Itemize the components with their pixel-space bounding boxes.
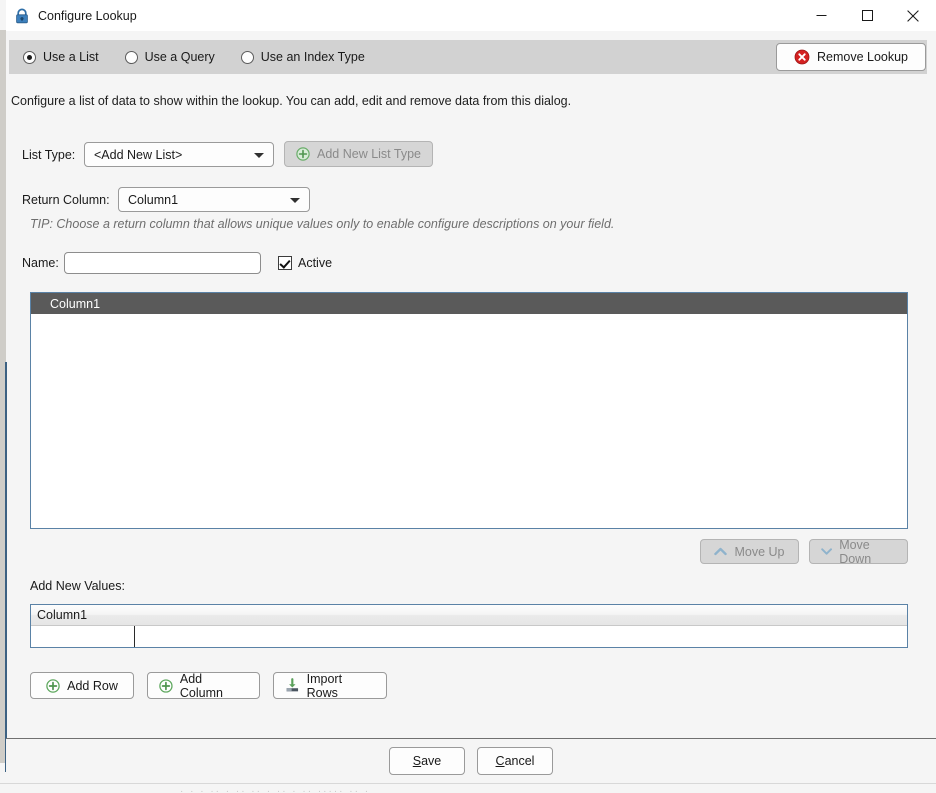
active-checkbox[interactable]: Active bbox=[278, 256, 332, 270]
list-type-row: List Type: <Add New List> bbox=[22, 142, 274, 167]
minimize-icon bbox=[816, 15, 826, 16]
return-column-tip: TIP: Choose a return column that allows … bbox=[30, 217, 615, 231]
cancel-label: Cancel bbox=[496, 754, 535, 768]
save-button[interactable]: Save bbox=[389, 747, 465, 775]
radio-indicator-icon bbox=[240, 50, 254, 64]
list-type-select[interactable]: <Add New List> bbox=[84, 142, 274, 167]
grid-column-header-filler bbox=[135, 605, 907, 625]
move-up-label: Move Up bbox=[734, 544, 785, 559]
configure-lookup-dialog: Configure Lookup Use a List Use a Query … bbox=[0, 0, 936, 793]
cancel-button[interactable]: Cancel bbox=[477, 747, 553, 775]
plus-circle-icon bbox=[46, 678, 60, 693]
return-column-value: Column1 bbox=[128, 192, 179, 207]
list-type-label: List Type: bbox=[22, 147, 76, 162]
add-row-label: Add Row bbox=[67, 678, 118, 693]
active-checkbox-label: Active bbox=[298, 256, 333, 270]
cancel-label-rest: ancel bbox=[504, 754, 535, 768]
maximize-button[interactable] bbox=[844, 0, 890, 31]
add-new-list-type-label: Add New List Type bbox=[317, 147, 421, 161]
grid-action-group: Add Row Add Column Import Rows bbox=[30, 671, 387, 700]
import-rows-button[interactable]: Import Rows bbox=[273, 671, 387, 700]
maximize-icon bbox=[861, 10, 873, 21]
plus-circle-icon bbox=[296, 147, 310, 161]
listbox-header-row: Column1 bbox=[31, 293, 907, 314]
grid-cell-filler[interactable] bbox=[135, 626, 907, 647]
plus-circle-icon bbox=[159, 678, 173, 693]
window-title: Configure Lookup bbox=[38, 8, 137, 23]
close-icon bbox=[907, 9, 919, 22]
radio-indicator-icon bbox=[124, 50, 138, 64]
checkbox-check-icon bbox=[278, 256, 292, 270]
return-column-row: Return Column: Column1 bbox=[22, 187, 310, 212]
caption-button-group bbox=[798, 0, 936, 31]
chevron-up-icon bbox=[714, 547, 728, 556]
background-window-ghost-text: · · · ·· · ·· ·· · ·· · ·· ····· ·· · bbox=[180, 786, 371, 793]
title-bar: Configure Lookup bbox=[6, 0, 936, 31]
add-column-button[interactable]: Add Column bbox=[147, 671, 260, 700]
radio-use-a-query-label: Use a Query bbox=[144, 50, 215, 64]
grid-cell-column1[interactable] bbox=[31, 626, 135, 647]
add-column-label: Add Column bbox=[179, 671, 223, 700]
add-row-button[interactable]: Add Row bbox=[30, 672, 134, 699]
add-new-values-label: Add New Values: bbox=[30, 579, 125, 593]
radio-use-a-query[interactable]: Use a Query bbox=[124, 50, 215, 64]
move-down-label: Move Down bbox=[839, 537, 872, 566]
radio-use-a-list[interactable]: Use a List bbox=[23, 50, 99, 64]
lookup-values-listbox[interactable]: Column1 bbox=[30, 292, 908, 529]
add-new-list-type-button[interactable]: Add New List Type bbox=[284, 141, 433, 167]
table-row[interactable] bbox=[31, 626, 907, 647]
radio-indicator-icon bbox=[23, 50, 36, 64]
remove-lookup-button[interactable]: Remove Lookup bbox=[776, 43, 926, 71]
list-type-value: <Add New List> bbox=[94, 147, 183, 162]
move-up-button[interactable]: Move Up bbox=[700, 539, 799, 564]
move-down-button[interactable]: Move Down bbox=[809, 537, 908, 566]
grid-header-row: Column1 bbox=[31, 605, 907, 626]
remove-lookup-label: Remove Lookup bbox=[816, 50, 909, 64]
chevron-down-icon bbox=[254, 152, 264, 158]
dialog-description: Configure a list of data to show within … bbox=[11, 94, 572, 108]
name-input[interactable] bbox=[64, 252, 261, 274]
background-window-accent-border bbox=[5, 362, 7, 772]
cancel-accel: C bbox=[495, 754, 505, 768]
radio-use-a-list-label: Use a List bbox=[43, 50, 99, 64]
listbox-column-header-column1: Column1 bbox=[50, 296, 101, 311]
chevron-down-icon bbox=[821, 548, 832, 555]
import-arrow-icon bbox=[286, 678, 299, 692]
name-row: Name: Active bbox=[22, 252, 332, 274]
error-circle-icon bbox=[794, 49, 810, 65]
add-new-values-grid[interactable]: Column1 bbox=[30, 604, 908, 648]
return-column-select[interactable]: Column1 bbox=[118, 187, 310, 212]
save-accel: S bbox=[412, 754, 422, 768]
grid-column-header-column1[interactable]: Column1 bbox=[31, 605, 135, 625]
listbox-body[interactable] bbox=[31, 314, 907, 528]
move-button-group: Move Up Move Down bbox=[700, 537, 908, 566]
lock-icon bbox=[16, 8, 28, 23]
name-label: Name: bbox=[22, 256, 59, 270]
radio-use-an-index-type-label: Use an Index Type bbox=[260, 50, 365, 64]
import-rows-label: Import Rows bbox=[306, 671, 343, 700]
save-label-rest: ave bbox=[421, 754, 442, 768]
minimize-button[interactable] bbox=[798, 0, 844, 31]
save-label: Save bbox=[413, 754, 442, 768]
close-button[interactable] bbox=[890, 0, 936, 31]
dialog-footer: Save Cancel bbox=[6, 739, 936, 783]
radio-use-an-index-type[interactable]: Use an Index Type bbox=[240, 50, 365, 64]
return-column-label: Return Column: bbox=[22, 192, 110, 207]
chevron-down-icon bbox=[290, 197, 300, 203]
background-window-bottom-sliver: · · · ·· · ·· ·· · ·· · ·· ····· ·· · bbox=[0, 783, 936, 793]
